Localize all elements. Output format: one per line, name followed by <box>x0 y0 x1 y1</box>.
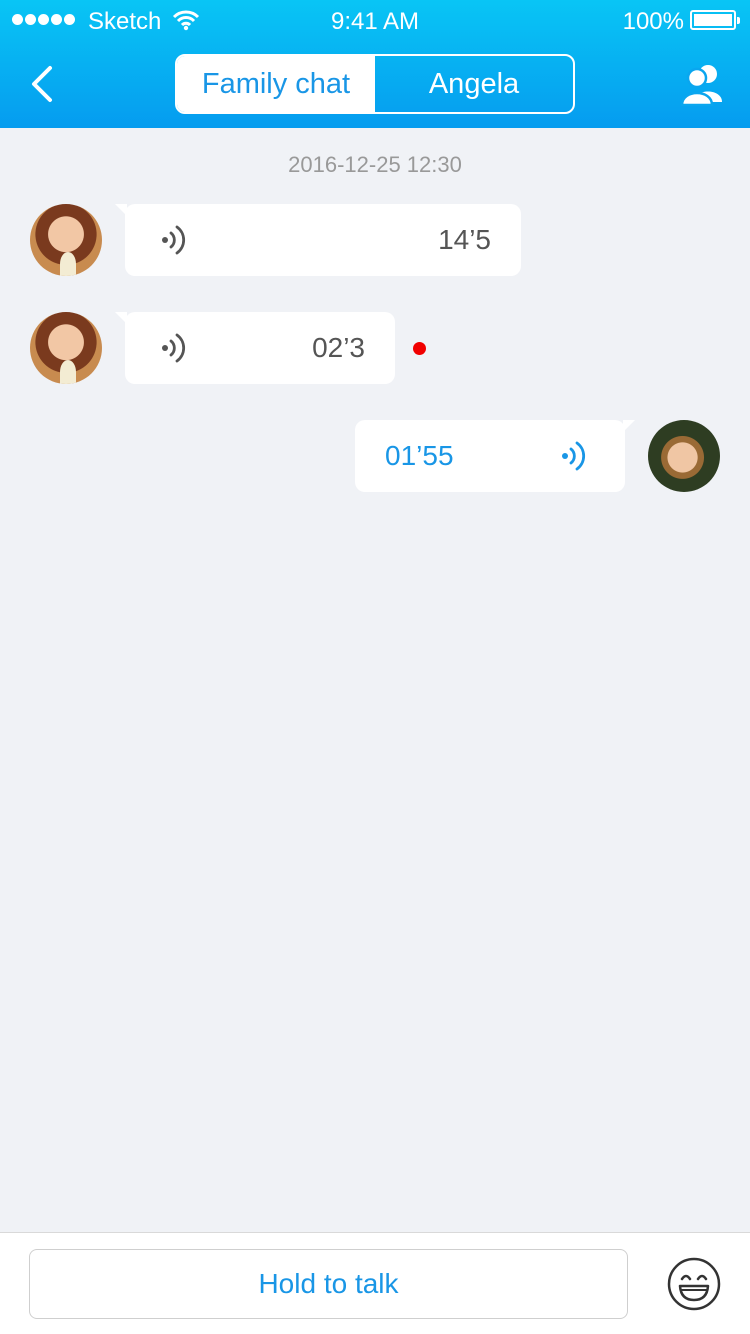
contacts-icon[interactable] <box>680 62 724 106</box>
nav-header: Sketch 9:41 AM 100% Family chat Angela <box>0 0 750 128</box>
input-footer: Hold to talk <box>0 1232 750 1334</box>
message-duration: 14’5 <box>438 224 491 255</box>
tab-angela[interactable]: Angela <box>375 56 573 112</box>
voice-message-bubble[interactable]: 14’5 <box>115 204 521 276</box>
voice-message-bubble[interactable]: 02’3 <box>115 312 395 384</box>
smiley-face-icon[interactable] <box>667 1257 721 1311</box>
chat-segment-control: Family chat Angela <box>175 54 575 114</box>
unread-indicator <box>413 342 426 355</box>
voice-wave-icon <box>562 441 586 471</box>
avatar[interactable] <box>648 420 720 492</box>
message-duration: 01’55 <box>385 440 454 471</box>
hold-to-talk-button[interactable]: Hold to talk <box>29 1249 628 1319</box>
chat-timestamp: 2016-12-25 12:30 <box>288 152 462 177</box>
back-button[interactable] <box>24 60 64 108</box>
tab-family-chat[interactable]: Family chat <box>177 56 375 112</box>
avatar[interactable] <box>30 204 102 276</box>
status-bar: Sketch 9:41 AM 100% <box>0 0 750 40</box>
avatar[interactable] <box>30 312 102 384</box>
battery-icon <box>690 10 740 30</box>
voice-wave-icon <box>162 225 186 255</box>
voice-wave-icon <box>162 333 186 363</box>
voice-message-bubble[interactable]: 01’55 <box>355 420 635 492</box>
message-duration: 02’3 <box>312 332 365 363</box>
battery-percent: 100% <box>622 8 684 35</box>
